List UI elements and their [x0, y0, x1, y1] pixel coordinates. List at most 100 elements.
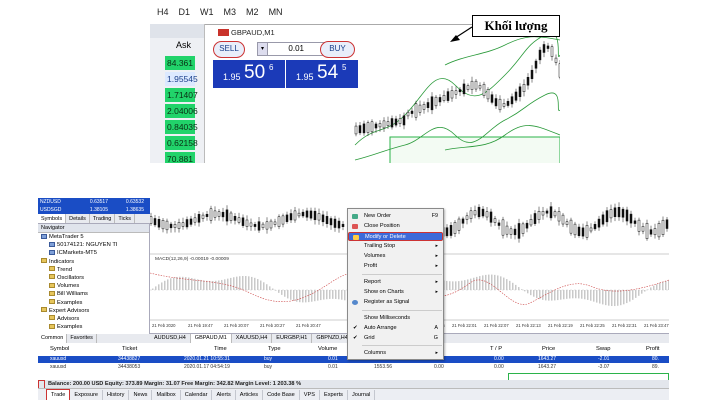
- candle-body: [505, 225, 509, 235]
- histogram-bar: [629, 290, 631, 302]
- tab-calendar[interactable]: Calendar: [181, 389, 213, 400]
- navigator-item[interactable]: Volumes: [38, 282, 149, 290]
- tab-experts[interactable]: Experts: [320, 389, 348, 400]
- menu-item-show-on-charts[interactable]: Show on Charts ▸: [348, 288, 443, 297]
- column-header[interactable]: Profit: [646, 346, 660, 352]
- menu-item-close-position[interactable]: Close Position: [348, 222, 443, 231]
- candle-body: [422, 104, 426, 110]
- menu-item-new-order[interactable]: New Order F9: [348, 212, 443, 221]
- menu-item-register-as-signal[interactable]: Register as Signal: [348, 298, 443, 307]
- tab-common[interactable]: Common: [38, 334, 68, 343]
- histogram-bar: [206, 280, 208, 290]
- histogram-bar: [263, 282, 265, 290]
- table-row[interactable]: xauusd 34438053 2020.01.17 04:54:19 buy …: [38, 364, 669, 371]
- balance-bar: Balance: 200.00 USD Equity: 373.89 Margi…: [38, 380, 669, 388]
- column-header[interactable]: Price: [542, 346, 555, 352]
- sell-price-box[interactable]: 1.95 50 6: [213, 60, 285, 88]
- candle-body: [609, 209, 613, 219]
- navigator-item[interactable]: Oscillators: [38, 274, 149, 282]
- ask-value[interactable]: 0.62158: [165, 136, 198, 150]
- column-header[interactable]: Time: [214, 346, 227, 352]
- market-watch-row[interactable]: NZDUSD 0.63517 0.63532: [38, 198, 150, 206]
- tab-trading[interactable]: Trading: [90, 214, 116, 223]
- ask-value[interactable]: 0.84035: [165, 120, 198, 134]
- terminal-tabs: Trade Exposure History News Mailbox Cale…: [38, 388, 669, 400]
- candle-body: [442, 95, 446, 101]
- histogram-bar: [281, 290, 283, 295]
- buy-price-box[interactable]: 1.95 54 5: [286, 60, 358, 88]
- tab-chart-eurgbp[interactable]: EURGBP,H1: [272, 334, 313, 343]
- column-header[interactable]: Ticket: [122, 346, 137, 352]
- tab-trade[interactable]: Trade: [46, 388, 71, 400]
- navigator-item[interactable]: Trend: [38, 266, 149, 274]
- column-header[interactable]: T / P: [490, 346, 502, 352]
- navigator-item[interactable]: Expert Advisors: [38, 307, 149, 315]
- tab-details[interactable]: Details: [66, 214, 90, 223]
- menu-item-show-milliseconds[interactable]: Show Milliseconds: [348, 314, 443, 323]
- ask-value[interactable]: 70.881: [165, 152, 195, 163]
- menu-item-trailing-stop[interactable]: Trailing Stop ▸: [348, 242, 443, 251]
- candle-body: [193, 217, 197, 223]
- tab-alerts[interactable]: Alerts: [212, 389, 236, 400]
- tab-chart-gbpaud[interactable]: GBPAUD,M1: [190, 334, 232, 343]
- tab-mailbox[interactable]: Mailbox: [152, 389, 181, 400]
- market-watch-row[interactable]: USDSGD 1.38105 1.38635: [38, 206, 150, 214]
- candle-body: [561, 214, 565, 225]
- histogram-bar: [566, 290, 568, 299]
- tab-code-base[interactable]: Code Base: [263, 389, 300, 400]
- tab-ticks[interactable]: Ticks: [115, 214, 135, 223]
- candle-body: [321, 214, 325, 223]
- candle-body: [565, 221, 569, 225]
- menu-item-grid[interactable]: ✔ Grid G: [348, 334, 443, 343]
- column-header[interactable]: Type: [268, 346, 281, 352]
- tab-news[interactable]: News: [129, 389, 153, 400]
- menu-item-columns[interactable]: Columns ▸: [348, 349, 443, 358]
- menu-item-auto-arrange[interactable]: ✔ Auto Arrange A: [348, 324, 443, 333]
- tab-articles[interactable]: Articles: [236, 389, 264, 400]
- candle-body: [481, 208, 485, 217]
- column-header[interactable]: Symbol: [50, 346, 69, 352]
- menu-item-volumes[interactable]: Volumes ▸: [348, 252, 443, 261]
- navigator-item[interactable]: Examples: [38, 299, 149, 307]
- column-header[interactable]: Swap: [596, 346, 611, 352]
- server-icon: [49, 249, 55, 255]
- candle-body: [541, 211, 545, 216]
- candle-body: [414, 103, 418, 118]
- histogram-bar: [200, 279, 202, 290]
- menu-item-modify-or-delete[interactable]: Modify or Delete: [348, 232, 443, 241]
- tab-symbols[interactable]: Symbols: [38, 214, 67, 223]
- candle-body: [461, 218, 465, 224]
- macd-indicator-label: MACD(12,26,9) -0.00019 -0.00009: [155, 257, 229, 262]
- tab-chart-xauusd[interactable]: XAUUSD,H4: [232, 334, 273, 343]
- candle-body: [450, 90, 454, 99]
- navigator-item[interactable]: Advisors: [38, 315, 149, 323]
- candle-body: [354, 125, 358, 135]
- navigator-item[interactable]: 50174121: NGUYEN TI: [38, 241, 149, 249]
- tab-exposure[interactable]: Exposure: [70, 389, 104, 400]
- histogram-bar: [299, 290, 301, 303]
- tab-history[interactable]: History: [103, 389, 130, 400]
- navigator-item[interactable]: MetaTrader 5: [38, 233, 149, 241]
- navigator-item[interactable]: Bill Williams: [38, 290, 149, 298]
- ask-value[interactable]: 1.95545: [165, 72, 198, 86]
- tab-favorites[interactable]: Favorites: [67, 334, 97, 343]
- ask-value[interactable]: 2.04006: [165, 104, 198, 118]
- menu-item-report[interactable]: Report ▸: [348, 278, 443, 287]
- candle-body: [446, 91, 450, 101]
- candle-body: [477, 206, 481, 218]
- candle-body: [526, 76, 530, 86]
- histogram-bar: [221, 279, 223, 290]
- histogram-bar: [452, 281, 454, 290]
- menu-separator: [362, 345, 442, 346]
- candle-body: [245, 219, 249, 227]
- navigator-item[interactable]: ICMarkets-MT5: [38, 249, 149, 257]
- tab-journal[interactable]: Journal: [348, 389, 376, 400]
- tab-chart-audusd[interactable]: AUDUSD,H4: [150, 334, 191, 343]
- navigator-item[interactable]: Examples: [38, 323, 149, 331]
- column-header[interactable]: Volume: [318, 346, 337, 352]
- histogram-bar: [245, 276, 247, 290]
- menu-item-profit[interactable]: Profit ▸: [348, 262, 443, 271]
- navigator-item[interactable]: Indicators: [38, 258, 149, 266]
- tab-vps[interactable]: VPS: [300, 389, 320, 400]
- ask-value[interactable]: 1.71407: [165, 88, 198, 102]
